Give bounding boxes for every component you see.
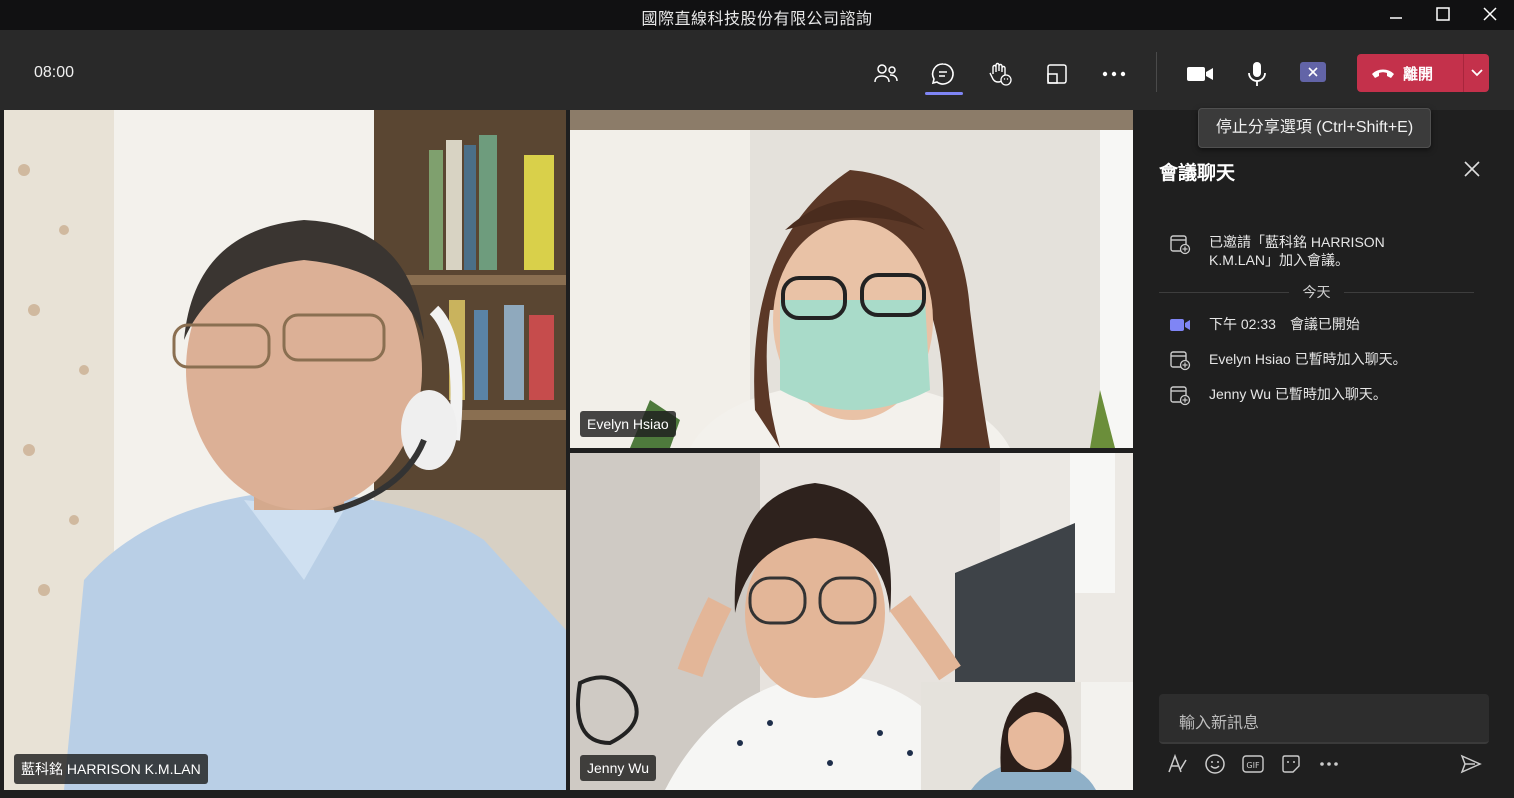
camera-icon — [1187, 67, 1213, 81]
chat-event-jenny-joined: Jenny Wu 已暫時加入聊天。 — [1169, 384, 1387, 406]
window-title: 國際直線科技股份有限公司諮詢 — [641, 11, 873, 28]
more-actions-button[interactable] — [1092, 52, 1136, 96]
video-tile-jenny[interactable]: Jenny Wu — [570, 453, 1133, 790]
toolbar-divider — [1156, 52, 1157, 92]
camera-button[interactable] — [1178, 52, 1222, 96]
close-window-button[interactable] — [1470, 2, 1510, 26]
participants-icon — [874, 64, 898, 83]
send-icon — [1460, 754, 1482, 774]
share-stop-icon — [1308, 67, 1318, 77]
send-button[interactable] — [1457, 750, 1485, 778]
mic-icon — [1248, 62, 1266, 86]
microphone-button[interactable] — [1235, 52, 1279, 96]
meeting-camera-icon — [1170, 319, 1190, 331]
participant-name-harrison: 藍科銘 HARRISON K.M.LAN — [14, 754, 208, 784]
message-compose-box[interactable]: 輸入新訊息 — [1159, 694, 1489, 744]
self-preview[interactable] — [921, 682, 1133, 790]
video-feed-evelyn — [570, 110, 1133, 448]
svg-text:GIF: GIF — [1246, 761, 1260, 770]
meeting-chat-panel: 會議聊天 已邀請「藍科銘 HARRISON K.M.LAN」加入會議。 今天 下… — [1139, 110, 1514, 798]
calendar-add-icon — [1170, 235, 1191, 255]
more-icon — [1102, 71, 1126, 77]
gif-button[interactable]: GIF — [1239, 750, 1267, 778]
leave-main-button[interactable]: 離開 — [1357, 54, 1463, 92]
video-tile-main[interactable]: 藍科銘 HARRISON K.M.LAN — [4, 110, 566, 790]
hangup-icon — [1372, 69, 1394, 78]
format-button[interactable] — [1163, 750, 1191, 778]
meeting-start-text: 會議已開始 — [1289, 316, 1360, 332]
chat-event-invite: 已邀請「藍科銘 HARRISON K.M.LAN」加入會議。 — [1169, 233, 1385, 269]
sticker-icon — [1282, 755, 1300, 773]
invite-text-line2: K.M.LAN」加入會議。 — [1209, 252, 1350, 268]
chat-active-indicator — [925, 92, 963, 95]
day-separator: 今天 — [1159, 282, 1474, 302]
chevron-down-icon — [1470, 69, 1483, 77]
meeting-timer: 08:00 — [34, 64, 75, 81]
close-chat-button[interactable] — [1461, 158, 1483, 180]
emoji-button[interactable] — [1201, 750, 1229, 778]
participants-button[interactable] — [864, 52, 908, 96]
emoji-icon — [1205, 754, 1225, 774]
video-tile-evelyn[interactable]: Evelyn Hsiao — [570, 110, 1133, 448]
chat-event-meeting-started: 下午 02:33 會議已開始 — [1169, 314, 1360, 336]
sticker-button[interactable] — [1277, 750, 1305, 778]
participant-name-evelyn: Evelyn Hsiao — [580, 411, 676, 437]
calendar-add-icon — [1170, 351, 1191, 371]
rooms-icon — [1047, 64, 1067, 84]
evelyn-joined-text: Evelyn Hsiao 已暫時加入聊天。 — [1209, 351, 1407, 367]
meeting-toolbar: 08:00 離開 — [0, 30, 1514, 110]
leave-label: 離開 — [1403, 65, 1434, 83]
day-separator-label: 今天 — [1302, 284, 1331, 300]
video-feed-harrison — [4, 110, 566, 790]
leave-options-button[interactable] — [1464, 54, 1489, 92]
gif-icon: GIF — [1242, 755, 1264, 773]
self-preview-feed — [921, 682, 1133, 790]
close-icon — [1464, 161, 1480, 177]
more-icon — [1320, 762, 1338, 766]
chat-icon — [931, 63, 954, 85]
stop-share-button[interactable] — [1300, 62, 1326, 82]
compose-placeholder: 輸入新訊息 — [1179, 715, 1260, 732]
reactions-icon — [989, 62, 1012, 86]
reactions-button[interactable] — [978, 52, 1022, 96]
chat-event-evelyn-joined: Evelyn Hsiao 已暫時加入聊天。 — [1169, 349, 1407, 371]
leave-button[interactable]: 離開 — [1357, 54, 1489, 92]
participant-name-jenny: Jenny Wu — [580, 755, 656, 781]
stop-share-tooltip: 停止分享選項 (Ctrl+Shift+E) — [1198, 108, 1431, 148]
invite-text-line1: 已邀請「藍科銘 HARRISON — [1209, 234, 1385, 250]
format-icon — [1168, 753, 1187, 773]
jenny-joined-text: Jenny Wu 已暫時加入聊天。 — [1209, 386, 1387, 402]
breakout-rooms-button[interactable] — [1035, 52, 1079, 96]
chat-panel-title: 會議聊天 — [1159, 163, 1236, 184]
more-compose-options-button[interactable] — [1315, 750, 1343, 778]
minimize-button[interactable] — [1376, 2, 1416, 26]
chat-button[interactable] — [921, 52, 965, 96]
maximize-button[interactable] — [1423, 2, 1463, 26]
calendar-add-icon — [1170, 386, 1191, 406]
title-bar: 國際直線科技股份有限公司諮詢 — [0, 0, 1514, 30]
meeting-start-time: 下午 02:33 — [1209, 316, 1276, 332]
